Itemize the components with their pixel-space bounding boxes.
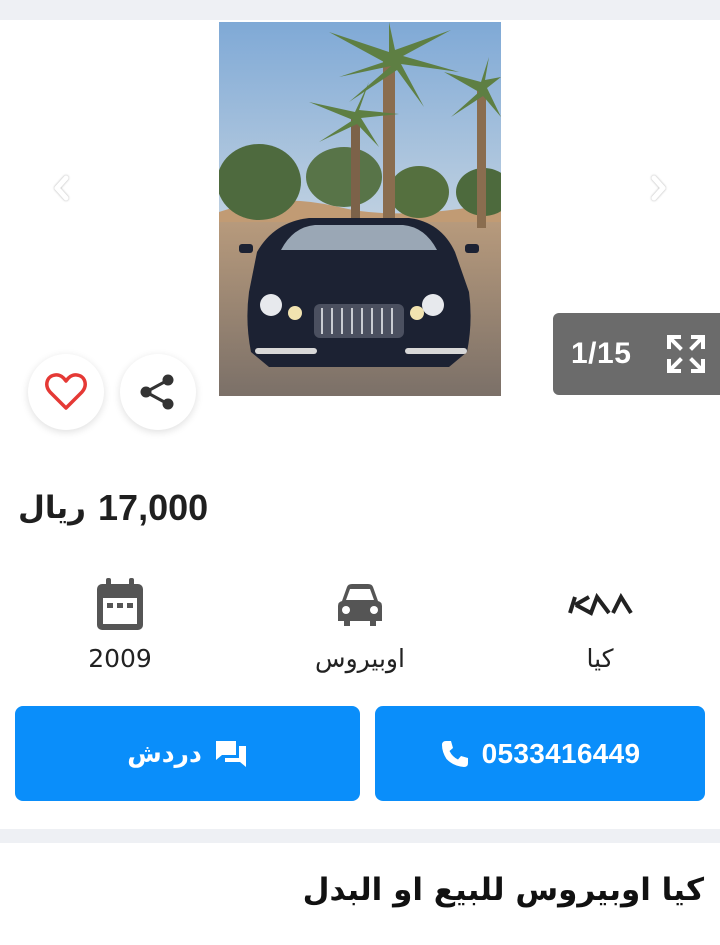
spec-model-value: اوبيروس bbox=[315, 644, 405, 673]
phone-icon bbox=[441, 740, 468, 767]
price: ريال 17,000 bbox=[18, 478, 208, 538]
spec-year: 2009 bbox=[20, 572, 220, 673]
spec-year-value: 2009 bbox=[88, 644, 152, 673]
chat-bubbles-icon bbox=[215, 740, 246, 767]
spec-model: اوبيروس bbox=[260, 572, 460, 673]
next-image-button[interactable] bbox=[640, 168, 676, 208]
calendar-icon bbox=[97, 578, 143, 630]
listing-title: كيا اوبيروس للبيع او البدل bbox=[302, 872, 704, 908]
price-currency: ريال bbox=[18, 490, 87, 526]
kia-logo-icon bbox=[568, 593, 633, 616]
previous-image-button[interactable] bbox=[44, 168, 80, 208]
chat-button-label: دردش bbox=[127, 739, 202, 768]
spec-brand-value: كيا bbox=[586, 644, 614, 673]
fullscreen-expand-icon[interactable] bbox=[665, 333, 707, 375]
price-amount: 17,000 bbox=[98, 487, 209, 528]
chat-button[interactable]: دردش bbox=[15, 706, 360, 801]
car-photo[interactable] bbox=[219, 22, 501, 396]
favorite-button[interactable] bbox=[28, 354, 104, 430]
chevron-right-icon bbox=[651, 175, 666, 201]
top-separator bbox=[0, 0, 720, 20]
specs-row: 2009 اوبيروس كيا bbox=[0, 572, 720, 682]
spec-brand: كيا bbox=[500, 572, 700, 673]
section-divider bbox=[0, 829, 720, 843]
image-counter: 1/15 bbox=[553, 313, 720, 395]
heart-outline-icon bbox=[45, 373, 87, 410]
share-icon bbox=[140, 374, 174, 410]
call-button[interactable]: 0533416449 bbox=[375, 706, 705, 801]
chevron-left-icon bbox=[54, 175, 69, 201]
image-counter-text: 1/15 bbox=[571, 337, 632, 370]
share-button[interactable] bbox=[120, 354, 196, 430]
car-icon bbox=[338, 584, 382, 626]
image-gallery[interactable]: 1/15 bbox=[0, 20, 720, 440]
phone-number: 0533416449 bbox=[481, 737, 641, 769]
